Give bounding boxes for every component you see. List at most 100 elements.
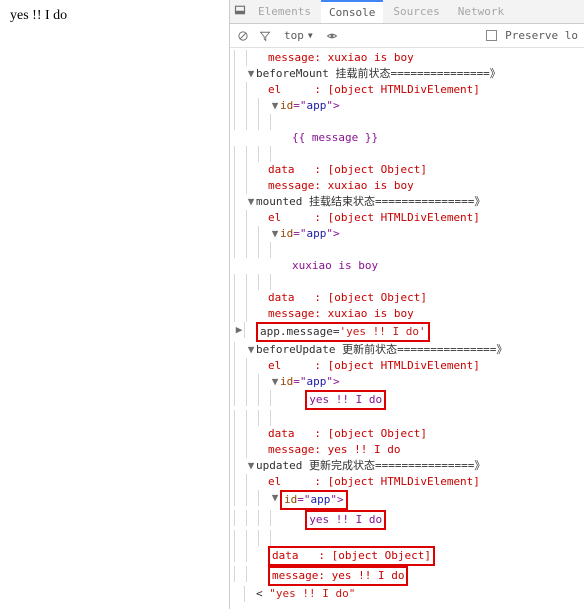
log-text: [object HTMLDivElement] bbox=[328, 83, 480, 96]
twistie-open-icon: ▼ bbox=[270, 374, 280, 390]
dock-icon[interactable] bbox=[234, 4, 246, 19]
tab-sources[interactable]: Sources bbox=[385, 1, 447, 22]
console-row: ▼id="app"> bbox=[230, 374, 584, 390]
console-text: data : [object Object] bbox=[268, 426, 580, 442]
console-text: message: xuxiao is boy bbox=[268, 178, 580, 194]
log-text: app bbox=[311, 493, 331, 506]
log-text: message: bbox=[268, 307, 328, 320]
log-text: "> bbox=[330, 493, 343, 506]
live-expression-icon[interactable] bbox=[325, 29, 339, 43]
highlight-box: id="app"> bbox=[280, 490, 348, 510]
console-text: message: yes !! I do bbox=[268, 566, 580, 586]
log-text: id bbox=[280, 375, 293, 388]
log-text: [object Object] bbox=[332, 549, 431, 562]
console-text: xuxiao is boy bbox=[292, 242, 580, 274]
console-row: ▼updated 更新完成状态===============》 bbox=[230, 458, 584, 474]
console-text: message: xuxiao is boy bbox=[268, 306, 580, 322]
console-text: el : [object HTMLDivElement] bbox=[268, 358, 580, 374]
log-text: el : bbox=[268, 475, 328, 488]
log-text: xuxiao is boy bbox=[328, 51, 414, 64]
log-text: app bbox=[307, 99, 327, 112]
tab-elements[interactable]: Elements bbox=[250, 1, 319, 22]
tab-console[interactable]: Console bbox=[321, 0, 383, 23]
console-row bbox=[230, 410, 584, 426]
console-text: el : [object HTMLDivElement] bbox=[268, 82, 580, 98]
console-text: el : [object HTMLDivElement] bbox=[268, 210, 580, 226]
log-text: message: bbox=[272, 569, 332, 582]
clear-console-icon[interactable] bbox=[236, 29, 250, 43]
highlight-box: data : [object Object] bbox=[268, 546, 435, 566]
log-text: el : bbox=[268, 211, 328, 224]
context-label: top bbox=[284, 29, 304, 42]
log-text: data : bbox=[268, 427, 328, 440]
console-text: data : [object Object] bbox=[268, 546, 580, 566]
log-text: [object Object] bbox=[328, 163, 427, 176]
tab-network[interactable]: Network bbox=[450, 1, 512, 22]
log-text: id="app"> bbox=[280, 374, 580, 390]
console-row: message: yes !! I do bbox=[230, 442, 584, 458]
console-row: ▼id="app"> bbox=[230, 98, 584, 114]
log-text: app bbox=[307, 227, 327, 240]
log-text: id="app"> bbox=[280, 226, 580, 242]
log-text: xuxiao is boy bbox=[292, 258, 580, 274]
devtools-panel: Elements Console Sources Network top ▼ P… bbox=[230, 0, 584, 609]
context-selector[interactable]: top ▼ bbox=[280, 28, 317, 43]
log-text: =" bbox=[293, 99, 306, 112]
log-text: message: bbox=[268, 51, 328, 64]
console-row: ▼beforeMount 挂载前状态===============》 bbox=[230, 66, 584, 82]
highlight-box: yes !! I do bbox=[305, 390, 386, 410]
console-text: yes !! I do bbox=[292, 390, 580, 410]
console-text: id="app"> bbox=[280, 490, 580, 510]
console-text: message: xuxiao is boy bbox=[268, 50, 580, 66]
filter-icon[interactable] bbox=[258, 29, 272, 43]
console-row: yes !! I do bbox=[230, 390, 584, 410]
console-row: ▶app.message='yes !! I do' bbox=[230, 322, 584, 342]
log-text: id="app"> bbox=[284, 492, 344, 508]
log-text: message: bbox=[268, 179, 328, 192]
log-text: id bbox=[280, 99, 293, 112]
log-text: < bbox=[256, 587, 269, 600]
log-text: app bbox=[307, 375, 327, 388]
twistie-open-icon: ▼ bbox=[246, 342, 256, 358]
console-row: el : [object HTMLDivElement] bbox=[230, 474, 584, 490]
console-row: el : [object HTMLDivElement] bbox=[230, 358, 584, 374]
console-row: data : [object Object] bbox=[230, 290, 584, 306]
log-text: "> bbox=[326, 227, 339, 240]
log-text: yes !! I do bbox=[328, 443, 401, 456]
log-text: id="app"> bbox=[280, 98, 580, 114]
log-text: xuxiao is boy bbox=[328, 179, 414, 192]
console-text: id="app"> bbox=[280, 98, 580, 114]
console-text: id="app"> bbox=[280, 226, 580, 242]
console-text: mounted 挂载结束状态===============》 bbox=[256, 194, 580, 210]
log-text: app.message= bbox=[260, 325, 339, 338]
log-text: el : bbox=[268, 83, 328, 96]
log-text: xuxiao is boy bbox=[328, 307, 414, 320]
console-row: {{ message }} bbox=[230, 114, 584, 146]
log-text: [object Object] bbox=[328, 291, 427, 304]
console-row: xuxiao is boy bbox=[230, 242, 584, 274]
page-text: yes !! I do bbox=[10, 8, 219, 24]
log-text: yes !! I do bbox=[309, 512, 382, 528]
console-row: el : [object HTMLDivElement] bbox=[230, 82, 584, 98]
console-text: data : [object Object] bbox=[268, 162, 580, 178]
console-row: ▼id="app"> bbox=[230, 490, 584, 510]
console-text: yes !! I do bbox=[292, 510, 580, 530]
console-row: message: yes !! I do bbox=[230, 566, 584, 586]
log-text: updated 更新完成状态===============》 bbox=[256, 459, 485, 472]
console-row: ▼id="app"> bbox=[230, 226, 584, 242]
log-text: [object Object] bbox=[328, 427, 427, 440]
console-row: el : [object HTMLDivElement] bbox=[230, 210, 584, 226]
log-text: "> bbox=[326, 99, 339, 112]
log-text: id bbox=[280, 227, 293, 240]
console-row: < "yes !! I do" bbox=[230, 586, 584, 602]
console-row: message: xuxiao is boy bbox=[230, 50, 584, 66]
log-text: "yes !! I do" bbox=[269, 587, 355, 600]
preserve-log-checkbox[interactable] bbox=[486, 30, 497, 41]
twistie-open-icon: ▼ bbox=[246, 66, 256, 82]
page-body: yes !! I do bbox=[0, 0, 230, 609]
log-text: message: bbox=[268, 443, 328, 456]
devtools-tabs: Elements Console Sources Network bbox=[230, 0, 584, 24]
twistie-open-icon: ▼ bbox=[246, 194, 256, 210]
console-output[interactable]: message: xuxiao is boy▼beforeMount 挂载前状态… bbox=[230, 48, 584, 609]
log-text: [object HTMLDivElement] bbox=[328, 475, 480, 488]
